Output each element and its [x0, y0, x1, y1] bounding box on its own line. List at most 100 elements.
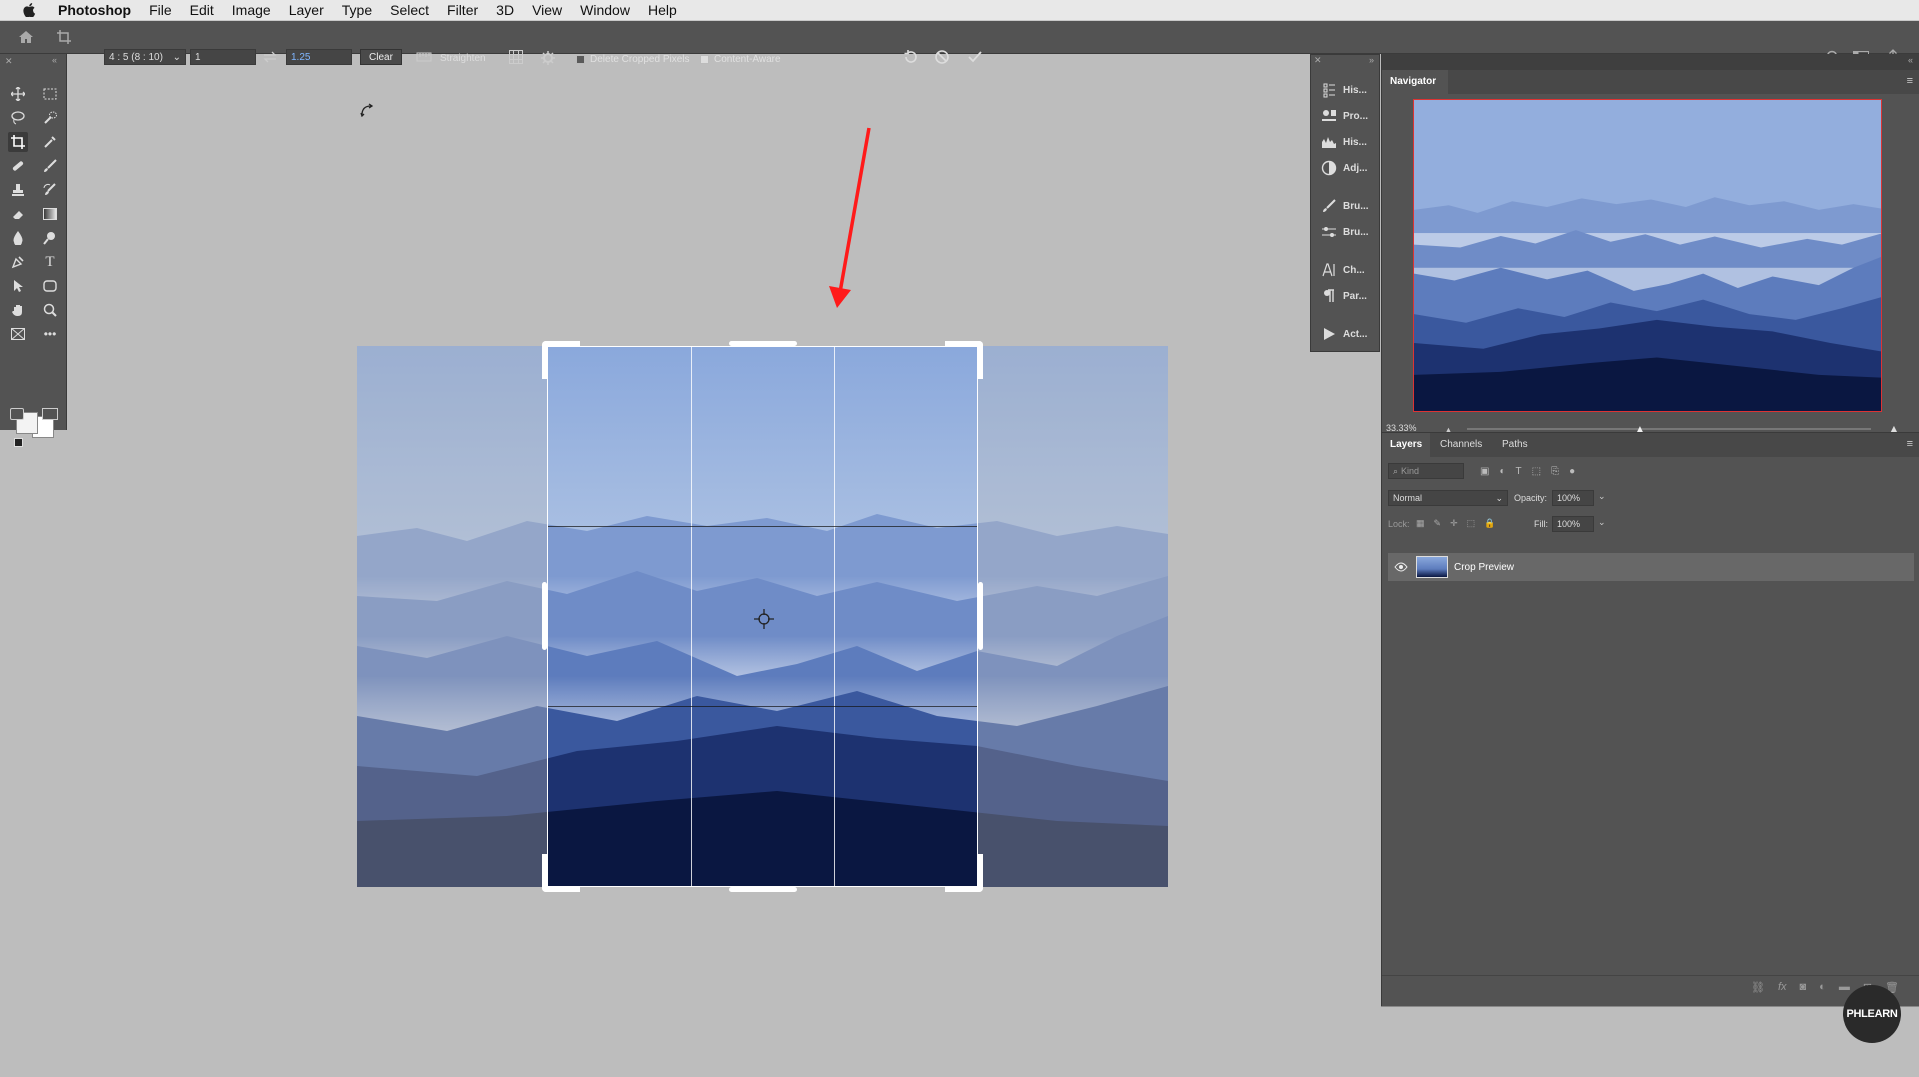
history-brush-tool-icon[interactable] — [40, 180, 60, 200]
close-icon[interactable]: ✕ — [5, 56, 13, 67]
expand-icon[interactable]: » — [1369, 55, 1374, 65]
eyedropper-tool-icon[interactable] — [40, 132, 60, 152]
crop-tool-icon[interactable] — [8, 132, 28, 152]
opacity-input[interactable]: 100% — [1552, 490, 1594, 506]
menu-type[interactable]: Type — [333, 2, 381, 18]
crop-handle-bottom-left[interactable] — [542, 854, 580, 892]
menu-view[interactable]: View — [523, 2, 571, 18]
panel-history[interactable]: His... — [1321, 79, 1367, 101]
home-icon[interactable] — [16, 27, 36, 47]
navigator-tab[interactable]: Navigator — [1382, 70, 1448, 94]
hand-tool-icon[interactable] — [8, 300, 28, 320]
filter-adjustment-icon[interactable]: ◐ — [1499, 466, 1505, 477]
crop-box[interactable] — [547, 346, 978, 887]
zoom-slider-track[interactable] — [1467, 428, 1871, 430]
lasso-tool-icon[interactable] — [8, 108, 28, 128]
blur-tool-icon[interactable] — [8, 228, 28, 248]
zoom-tool-icon[interactable] — [40, 300, 60, 320]
menu-file[interactable]: File — [140, 2, 181, 18]
crop-handle-top-left[interactable] — [542, 341, 580, 379]
chevron-down-icon[interactable]: ⌄ — [1598, 491, 1606, 502]
lock-position-icon[interactable]: ✛ — [1450, 518, 1458, 529]
panel-paragraph-label: Par... — [1343, 290, 1367, 302]
crop-handle-bottom[interactable] — [729, 887, 797, 892]
lock-all-icon[interactable]: 🔒 — [1484, 518, 1495, 529]
dodge-tool-icon[interactable] — [40, 228, 60, 248]
menu-layer[interactable]: Layer — [280, 2, 333, 18]
link-layers-icon[interactable]: ⛓ — [1751, 981, 1765, 994]
crop-shield-left — [357, 346, 547, 887]
new-adjustment-icon[interactable]: ◐ — [1819, 981, 1826, 994]
menu-select[interactable]: Select — [381, 2, 438, 18]
close-icon[interactable]: ✕ — [1314, 55, 1322, 66]
panel-menu-icon[interactable]: ≡ — [1907, 75, 1913, 87]
eraser-tool-icon[interactable] — [8, 204, 28, 224]
screen-mode-icon[interactable] — [42, 408, 58, 420]
pen-tool-icon[interactable] — [8, 252, 28, 272]
lock-artboard-icon[interactable]: ⬚ — [1467, 518, 1476, 529]
crop-handle-top-right[interactable] — [945, 341, 983, 379]
new-group-icon[interactable]: ▬ — [1839, 981, 1850, 994]
navigator-thumbnail[interactable] — [1413, 99, 1882, 412]
filter-type-icon[interactable]: T — [1516, 466, 1522, 477]
path-selection-tool-icon[interactable] — [8, 276, 28, 296]
menu-3d[interactable]: 3D — [487, 2, 523, 18]
panel-brush-settings[interactable]: Bru... — [1321, 221, 1369, 243]
menu-window[interactable]: Window — [571, 2, 639, 18]
move-tool-icon[interactable] — [8, 84, 28, 104]
menu-filter[interactable]: Filter — [438, 2, 487, 18]
crop-handle-left[interactable] — [542, 582, 547, 650]
menu-image[interactable]: Image — [223, 2, 280, 18]
collapse-icon[interactable]: « — [1908, 55, 1913, 65]
healing-brush-tool-icon[interactable] — [8, 156, 28, 176]
default-colors-icon[interactable] — [14, 438, 23, 447]
eye-visibility-icon[interactable] — [1394, 562, 1408, 572]
menu-help[interactable]: Help — [639, 2, 686, 18]
add-mask-icon[interactable]: ◙ — [1800, 981, 1807, 994]
tab-paths[interactable]: Paths — [1502, 439, 1528, 450]
lock-image-icon[interactable]: ✎ — [1434, 518, 1442, 529]
app-name[interactable]: Photoshop — [54, 2, 140, 18]
fx-icon[interactable]: fx — [1778, 981, 1787, 994]
panel-properties[interactable]: Pro... — [1321, 105, 1368, 127]
clone-stamp-tool-icon[interactable] — [8, 180, 28, 200]
apple-icon[interactable] — [18, 3, 40, 17]
menu-edit[interactable]: Edit — [181, 2, 223, 18]
panel-adjustments[interactable]: Adj... — [1321, 157, 1367, 179]
layer-filter-kind[interactable]: ⌕ Kind — [1388, 463, 1464, 479]
chevron-down-icon[interactable]: ⌄ — [1598, 517, 1606, 528]
type-tool-icon[interactable]: T — [40, 252, 60, 272]
collapse-icon[interactable]: « — [52, 55, 57, 65]
frame-tool-icon[interactable] — [8, 324, 28, 344]
blend-mode-select[interactable]: Normal ⌄ — [1388, 490, 1508, 506]
filter-toggle-icon[interactable]: ● — [1569, 466, 1575, 477]
crop-tool-preset-icon[interactable] — [54, 27, 74, 47]
rectangle-tool-icon[interactable] — [40, 276, 60, 296]
panel-histogram[interactable]: His... — [1321, 131, 1367, 153]
panel-actions[interactable]: Act... — [1321, 323, 1367, 345]
crop-handle-right[interactable] — [978, 582, 983, 650]
panel-paragraph[interactable]: Par... — [1321, 285, 1367, 307]
filter-smart-object-icon[interactable]: ⎘ — [1551, 466, 1559, 477]
quick-mask-icon[interactable] — [10, 408, 24, 420]
more-tools-icon[interactable]: ••• — [40, 324, 60, 344]
canvas-area[interactable] — [67, 54, 1310, 1077]
tab-layers[interactable]: Layers — [1382, 433, 1430, 457]
crop-handle-top[interactable] — [729, 341, 797, 346]
fill-input[interactable]: 100% — [1552, 516, 1594, 532]
layer-row[interactable]: Crop Preview — [1388, 553, 1914, 581]
panel-brushes[interactable]: Bru... — [1321, 195, 1369, 217]
quick-select-tool-icon[interactable] — [40, 108, 60, 128]
filter-pixel-icon[interactable]: ▣ — [1480, 466, 1489, 477]
gradient-tool-icon[interactable] — [40, 204, 60, 224]
layer-name[interactable]: Crop Preview — [1454, 562, 1514, 573]
brush-tool-icon[interactable] — [40, 156, 60, 176]
panel-character[interactable]: Ch... — [1321, 259, 1365, 281]
crosshair-icon[interactable] — [754, 609, 774, 629]
tab-channels[interactable]: Channels — [1440, 439, 1482, 450]
panel-menu-icon[interactable]: ≡ — [1907, 438, 1913, 450]
crop-handle-bottom-right[interactable] — [945, 854, 983, 892]
marquee-tool-icon[interactable] — [40, 84, 60, 104]
filter-shape-icon[interactable]: ⬚ — [1532, 466, 1541, 477]
lock-transparent-icon[interactable]: ▦ — [1416, 518, 1425, 529]
